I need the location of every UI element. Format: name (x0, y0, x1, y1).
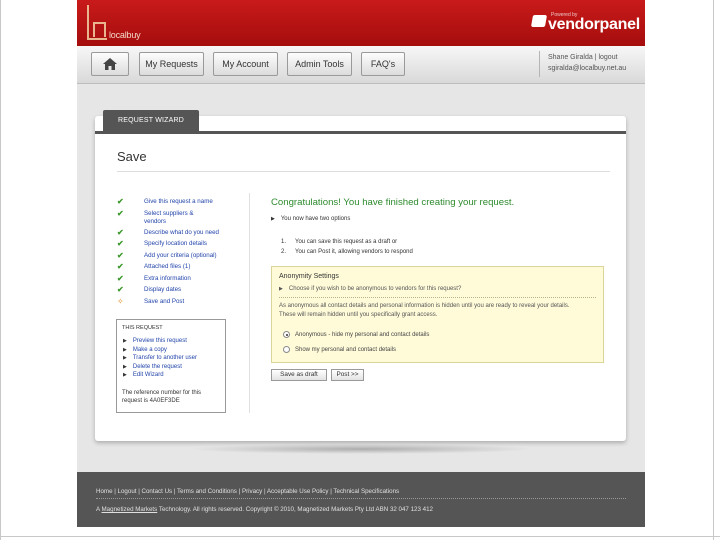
wizard-step-current[interactable]: ✧ Save and Post (117, 296, 237, 310)
congrats-message: Congratulations! You have finished creat… (271, 197, 515, 208)
window-edge-left (0, 0, 1, 540)
this-request-box: This Request ▶ Preview this request ▶ Make… (116, 319, 226, 413)
magnetized-markets-link[interactable]: Magnetized Markets (102, 506, 158, 513)
localbuy-logo-icon[interactable] (87, 5, 107, 40)
site-header: localbuy Powered by vendorpanel (77, 0, 645, 46)
wizard-step[interactable]: ✔ Display dates (117, 286, 237, 298)
wizard-step[interactable]: ✔ Specify location details (117, 240, 237, 252)
tab-underline (95, 131, 626, 134)
bullet-icon: ▶ (123, 338, 127, 344)
anonymity-question: ▶ Choose if you wish to be anonymous to v… (279, 286, 462, 292)
bullet-icon: ▶ (123, 346, 127, 353)
save-draft-button[interactable]: Save as draft (271, 369, 327, 381)
check-icon: ✔ (117, 273, 124, 283)
check-icon: ✔ (117, 227, 124, 237)
home-icon (103, 58, 117, 70)
check-icon: ✔ (117, 239, 124, 248)
localbuy-logo-text[interactable]: localbuy (109, 30, 141, 40)
tab-request-wizard[interactable]: REQUEST WIZARD (103, 110, 199, 132)
request-box-title: This Request (122, 325, 163, 331)
title-divider (117, 171, 610, 172)
nav-divider (539, 51, 540, 77)
radio-unselected-icon[interactable] (283, 346, 290, 353)
check-icon: ✔ (117, 285, 124, 294)
radio-show-details[interactable]: Show my personal and contact details (283, 346, 396, 353)
page: localbuy Powered by vendorpanel My Reque… (77, 0, 645, 527)
panel-shadow (187, 444, 535, 454)
option-item: 1. You can save this request as a draft o… (281, 239, 398, 245)
action-preview[interactable]: ▶ Preview this request (123, 337, 197, 346)
wizard-step[interactable]: ✔ Select suppliers & vendors (117, 208, 237, 229)
action-delete[interactable]: ▶ Delete the request (123, 363, 197, 372)
anonymity-divider (279, 297, 596, 298)
anonymity-title: Anonymity Settings (279, 273, 339, 280)
action-copy[interactable]: ▶ Make a copy (123, 346, 197, 355)
footer-divider (96, 498, 626, 499)
anonymity-settings: Anonymity Settings ▶ Choose if you wish t… (271, 266, 604, 363)
nav-my-account[interactable]: My Account (213, 52, 278, 76)
nav-admin-tools[interactable]: Admin Tools (287, 52, 352, 76)
bullet-icon: ▶ (279, 286, 283, 292)
post-button[interactable]: Post >> (331, 369, 364, 381)
wizard-steps: ✔ Give this request a name ✔ Select suppli… (117, 198, 237, 309)
footer-copyright: A Magnetized Markets Technology. All rig… (96, 506, 433, 513)
action-edit-wizard[interactable]: ▶ Edit Wizard (123, 371, 197, 380)
bullet-icon: ▶ (123, 363, 127, 370)
bullet-icon: ▶ (123, 355, 127, 361)
options-intro: ▶ You now have two options (271, 216, 351, 222)
page-title: Save (117, 149, 147, 164)
vendorpanel-brand: vendorpanel (548, 16, 640, 33)
check-icon: ✔ (117, 262, 124, 271)
reference-number: The reference number for this request is… (122, 390, 202, 404)
main-nav: My Requests My Account Admin Tools FAQ's… (77, 46, 645, 84)
radio-anonymous[interactable]: Anonymous - hide my personal and contact… (283, 331, 429, 338)
wizard-step[interactable]: ✔ Extra information (117, 273, 237, 287)
anonymity-info-2: These will remain hidden until you speci… (279, 312, 438, 318)
window-edge-bottom (0, 536, 720, 537)
radio-selected-icon[interactable] (283, 331, 290, 338)
check-icon: ✔ (117, 208, 124, 218)
user-name-logout[interactable]: Shane Giralda | logout (548, 54, 618, 61)
footer-links[interactable]: Home | Logout | Contact Us | Terms and C… (96, 488, 399, 495)
nav-my-requests[interactable]: My Requests (139, 52, 204, 76)
column-divider (249, 193, 250, 413)
nav-faqs[interactable]: FAQ's (361, 52, 405, 76)
home-button[interactable] (91, 52, 129, 76)
wizard-step[interactable]: ✔ Attached files (1) (117, 263, 237, 275)
action-transfer[interactable]: ▶ Transfer to another user (123, 354, 197, 363)
wizard-step[interactable]: ✔ Give this request a name (117, 198, 237, 210)
bullet-icon: ▶ (271, 216, 275, 222)
wizard-step[interactable]: ✔ Describe what do you need (117, 227, 237, 241)
vendorpanel-logo-icon (530, 15, 548, 27)
option-item: 2. You can Post it, allowing vendors to r… (281, 249, 413, 255)
anonymity-info: As anonymous all contact details and per… (279, 303, 570, 309)
bullet-icon: ▶ (123, 372, 127, 378)
check-icon: ✔ (117, 250, 124, 260)
user-email: sgiralda@localbuy.net.au (548, 65, 627, 72)
site-footer: Home | Logout | Contact Us | Terms and C… (77, 472, 645, 527)
request-actions: ▶ Preview this request ▶ Make a copy ▶ Tran… (123, 337, 197, 380)
wizard-step[interactable]: ✔ Add your criteria (optional) (117, 250, 237, 264)
options-list: 1. You can save this request as a draft o… (281, 237, 413, 257)
check-icon: ✔ (117, 197, 124, 206)
window-edge-right (713, 0, 714, 540)
current-step-icon: ✧ (117, 296, 124, 306)
